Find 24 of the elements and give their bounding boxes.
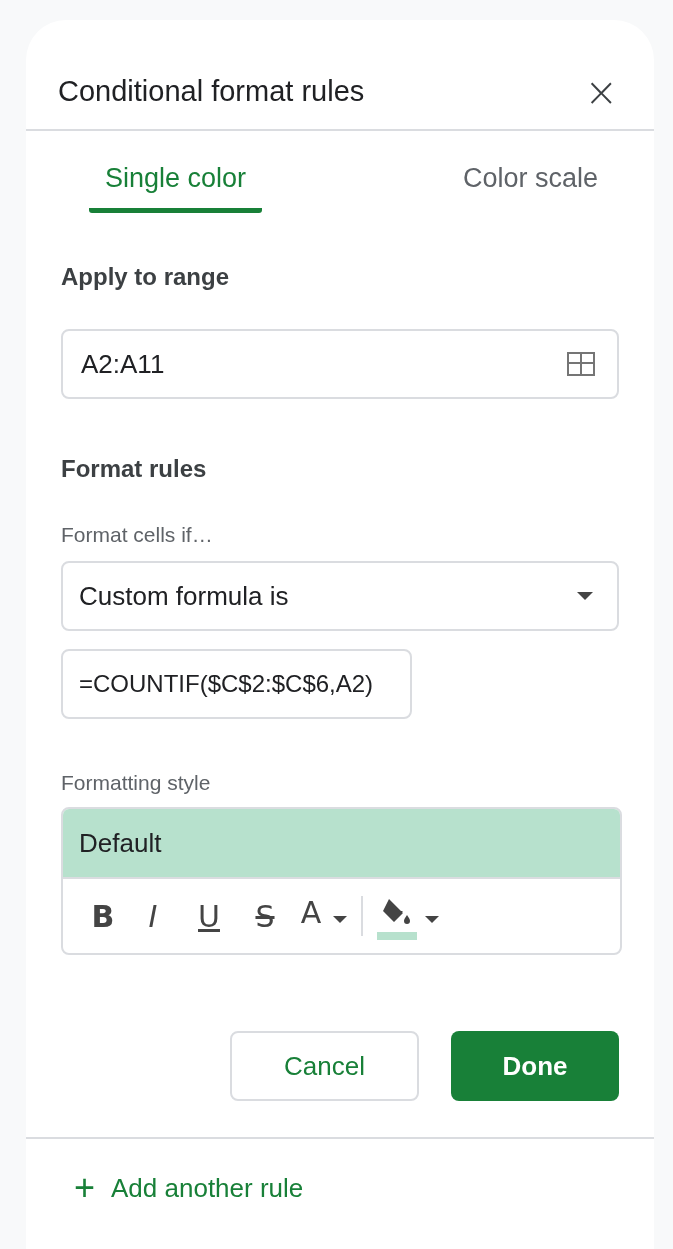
caret-icon (577, 592, 593, 600)
condition-dropdown[interactable]: Custom formula is (61, 561, 619, 631)
tab[interactable]: Color scale (446, 159, 614, 213)
underline-button[interactable]: U (181, 898, 237, 934)
close-button[interactable]: × (584, 71, 618, 112)
style-preview[interactable]: Default (63, 809, 620, 879)
section-heading: Format rules (61, 455, 207, 483)
strikethrough-button[interactable]: S (237, 898, 293, 934)
condition-label: Format cells if… (61, 523, 213, 547)
style-label: Formatting style (61, 771, 211, 795)
caret-icon[interactable] (333, 915, 347, 923)
add-rule-button[interactable]: + Add another rule (74, 1167, 304, 1209)
caret-icon[interactable] (425, 915, 439, 923)
cancel-button[interactable]: Cancel (230, 1031, 419, 1101)
done-button[interactable]: Done (451, 1031, 619, 1101)
section-heading: Apply to range (61, 263, 229, 291)
text-color-button[interactable]: A (293, 894, 329, 930)
italic-button[interactable]: I (125, 898, 181, 934)
tab[interactable]: Single color (89, 159, 263, 213)
panel-title: Conditional format rules (58, 75, 365, 108)
range-field[interactable]: A2:A11 (61, 329, 619, 399)
grid-icon[interactable] (565, 350, 597, 378)
formula-field[interactable]: =COUNTIF($C$2:$C$6,A2) (61, 649, 412, 719)
bold-button[interactable]: B (81, 898, 125, 934)
